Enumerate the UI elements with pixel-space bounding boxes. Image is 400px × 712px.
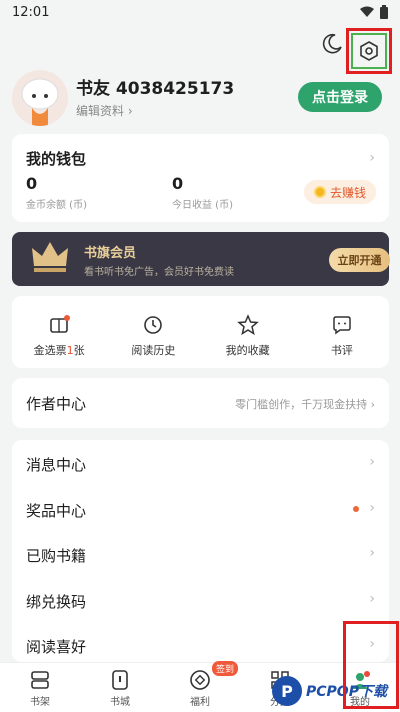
- coin-icon: [313, 186, 326, 198]
- ticket-label-pre: 金选票: [33, 344, 67, 357]
- ticket-label-post: 张: [73, 344, 85, 357]
- menu-item-label: 阅读喜好: [26, 638, 87, 656]
- coin-balance: 0: [26, 174, 38, 193]
- shortcuts-card: 金选票1张 阅读历史 我的收藏 书评: [12, 296, 389, 368]
- menu-item-label: 奖品中心: [26, 501, 87, 520]
- star-icon: [236, 314, 259, 336]
- vip-banner[interactable]: 书旗会员 看书听书免广告，会员好书免费读 立即开通: [12, 232, 390, 286]
- today-income: 0: [172, 174, 184, 193]
- menu-item-label: 消息中心: [26, 456, 87, 474]
- chevron-right-icon: ›: [369, 590, 375, 607]
- ticket-icon: [50, 315, 71, 333]
- menu-item-redeem[interactable]: 绑兑换码 ›: [12, 577, 389, 623]
- menu-item-purchased[interactable]: 已购书籍 ›: [12, 531, 389, 577]
- menu-item-label: 绑兑换码: [26, 592, 87, 611]
- menu-item-messages[interactable]: 消息中心 ›: [12, 440, 389, 486]
- ticket-count: 1: [66, 344, 74, 357]
- earn-money-button[interactable]: 去赚钱: [304, 180, 376, 204]
- shortcut-history[interactable]: 阅读历史: [106, 296, 200, 368]
- login-button[interactable]: 点击登录: [298, 82, 382, 112]
- status-bar: 12:01: [0, 0, 400, 24]
- welfare-icon: [190, 670, 210, 690]
- tab-label: 书架: [30, 697, 50, 708]
- shortcut-label: 金选票1张: [34, 342, 85, 358]
- username: 书友 4038425173: [76, 79, 235, 99]
- shortcut-label: 阅读历史: [131, 344, 176, 357]
- tab-shelf[interactable]: 书架: [0, 663, 80, 712]
- shortcut-label: 书评: [330, 344, 353, 357]
- top-bar: [0, 24, 400, 74]
- settings-button[interactable]: [351, 33, 387, 69]
- wallet-card[interactable]: 我的钱包 › 0 金币余额 (币) 0 今日收益 (币) 去赚钱: [12, 134, 389, 222]
- edit-profile-link[interactable]: 编辑资料 ›: [76, 102, 133, 119]
- store-icon: [112, 670, 128, 690]
- status-time: 12:01: [12, 4, 50, 20]
- edit-profile-label: 编辑资料: [76, 104, 125, 118]
- shortcut-favorites[interactable]: 我的收藏: [201, 296, 295, 368]
- coin-balance-label: 金币余额 (币): [26, 200, 87, 211]
- menu-item-prizes[interactable]: 奖品中心 ›: [12, 486, 389, 532]
- tab-welfare[interactable]: 福利 签到: [160, 661, 240, 712]
- avatar[interactable]: [12, 70, 68, 126]
- author-subtitle-text: 零门槛创作，千万现金扶持: [235, 398, 368, 411]
- avatar-image: [12, 70, 68, 126]
- shelf-icon: [31, 671, 49, 689]
- chevron-right-icon: ›: [127, 104, 133, 118]
- shortcut-ticket[interactable]: 金选票1张: [12, 296, 106, 368]
- tab-label: 书城: [110, 697, 130, 708]
- notification-dot: [353, 505, 359, 512]
- vip-description: 看书听书免广告，会员好书免费读: [84, 267, 234, 278]
- vip-title: 书旗会员: [84, 246, 137, 261]
- watermark-logo-icon: P: [272, 676, 302, 706]
- mine-tab-highlight-box: [343, 621, 399, 709]
- author-center-row[interactable]: 作者中心 零门槛创作，千万现金扶持 ›: [12, 378, 389, 428]
- today-income-label: 今日收益 (币): [172, 200, 233, 211]
- shortcut-label: 我的收藏: [225, 344, 270, 357]
- gear-icon: [360, 41, 378, 61]
- author-center-subtitle: 零门槛创作，千万现金扶持 ›: [235, 396, 375, 412]
- earn-label: 去赚钱: [329, 185, 366, 200]
- settings-highlight-box: [346, 28, 392, 74]
- checkin-badge: 签到: [212, 661, 239, 676]
- chevron-right-icon: ›: [369, 499, 375, 516]
- menu-list: 消息中心 › 奖品中心 › 已购书籍 › 绑兑换码 › 阅读喜好 ›: [12, 440, 389, 662]
- shortcut-reviews[interactable]: 书评: [295, 296, 389, 368]
- comment-icon: [333, 316, 351, 335]
- chevron-right-icon: ›: [370, 398, 375, 411]
- menu-item-preferences[interactable]: 阅读喜好 ›: [12, 622, 389, 662]
- night-mode-icon[interactable]: [320, 32, 344, 56]
- menu-item-label: 已购书籍: [26, 547, 87, 565]
- battery-icon: [380, 5, 388, 19]
- author-center-title: 作者中心: [26, 395, 87, 413]
- tab-label: 福利: [190, 697, 210, 708]
- tab-store[interactable]: 书城: [80, 663, 160, 712]
- clock-icon: [144, 316, 163, 334]
- open-vip-button[interactable]: 立即开通: [329, 248, 390, 272]
- chevron-right-icon: ›: [369, 150, 375, 166]
- chevron-right-icon: ›: [369, 545, 375, 561]
- wallet-title: 我的钱包: [26, 150, 87, 168]
- wifi-icon: [360, 6, 374, 17]
- chevron-right-icon: ›: [369, 454, 375, 470]
- crown-icon: [32, 242, 68, 272]
